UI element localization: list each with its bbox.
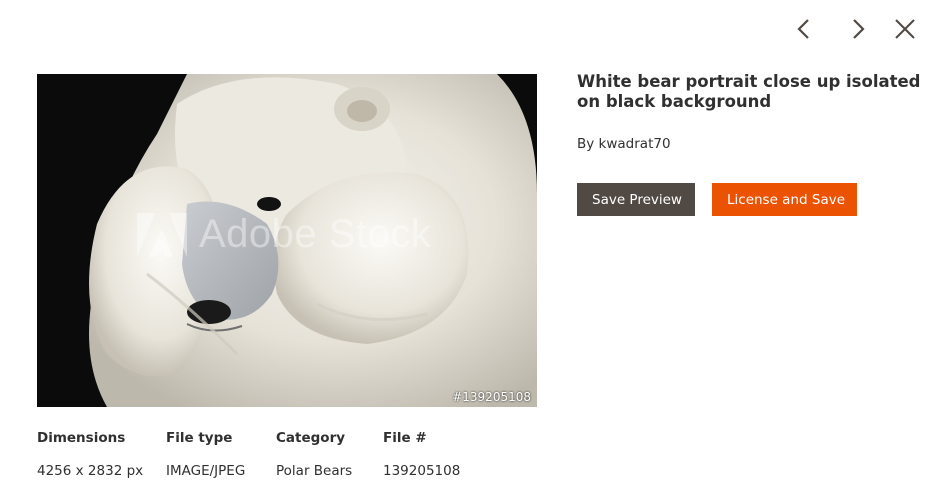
save-preview-button[interactable]: Save Preview — [577, 183, 695, 216]
meta-file-type: File type IMAGE/JPEG — [166, 428, 245, 481]
meta-value: 139205108 — [383, 463, 461, 479]
meta-label: File # — [383, 430, 427, 446]
polar-bear-image — [37, 74, 537, 407]
next-button[interactable] — [843, 14, 873, 44]
meta-label: Category — [276, 430, 346, 446]
meta-value: 4256 x 2832 px — [37, 463, 144, 479]
meta-dimensions: Dimensions 4256 x 2832 px — [37, 428, 143, 481]
file-number-badge: #139205108 — [452, 390, 531, 404]
image-author: By kwadrat70 — [577, 136, 671, 152]
close-button[interactable] — [890, 14, 920, 44]
chevron-left-icon — [797, 19, 809, 39]
previous-button[interactable] — [789, 14, 819, 44]
meta-label: Dimensions — [37, 430, 126, 446]
meta-label: File type — [166, 430, 233, 446]
image-title: White bear portrait close up isolated on… — [577, 72, 921, 111]
meta-value: IMAGE/JPEG — [166, 463, 246, 479]
meta-value: Polar Bears — [276, 463, 353, 479]
close-icon — [895, 19, 915, 39]
license-and-save-button[interactable]: License and Save — [712, 183, 857, 216]
chevron-right-icon — [853, 19, 865, 39]
meta-category: Category Polar Bears — [276, 428, 352, 481]
image-preview: Adobe Stock #139205108 — [37, 74, 537, 407]
meta-file-number: File # 139205108 — [383, 428, 460, 481]
